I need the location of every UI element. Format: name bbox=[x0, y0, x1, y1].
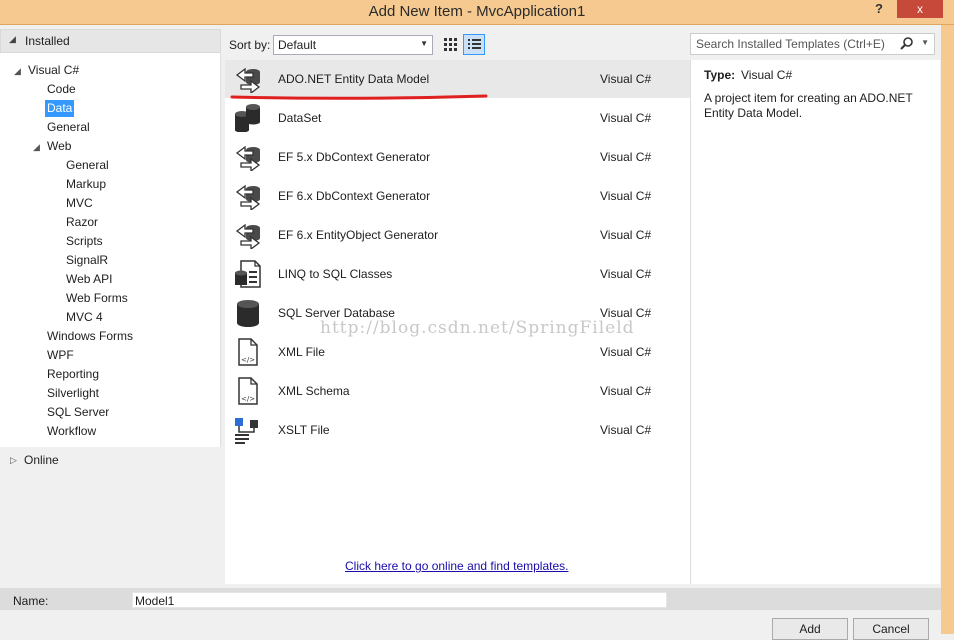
tree-item-markup[interactable]: Markup bbox=[66, 176, 106, 193]
template-name: EF 6.x DbContext Generator bbox=[278, 189, 431, 203]
tree-item-web-general[interactable]: General bbox=[66, 157, 109, 174]
tree-item-webforms[interactable]: Web Forms bbox=[66, 290, 128, 307]
template-tree: ◢ Visual C# Code Data General ◢ Web Gene… bbox=[0, 53, 221, 447]
cancel-button[interactable]: Cancel bbox=[853, 618, 929, 640]
template-language: Visual C# bbox=[600, 111, 652, 125]
search-placeholder: Search Installed Templates (Ctrl+E) bbox=[696, 37, 885, 51]
template-language: Visual C# bbox=[600, 72, 652, 86]
tree-item-data[interactable]: Data bbox=[45, 100, 75, 117]
tree-item-webapi[interactable]: Web API bbox=[66, 271, 112, 288]
tree-item-workflow[interactable]: Workflow bbox=[47, 423, 96, 440]
template-name: EF 5.x DbContext Generator bbox=[278, 150, 431, 164]
window-frame bbox=[941, 25, 954, 634]
tree-item-mvc4[interactable]: MVC 4 bbox=[66, 309, 103, 326]
tree-item-signalr[interactable]: SignalR bbox=[66, 252, 108, 269]
template-name: DataSet bbox=[278, 111, 322, 125]
list-item-dataset[interactable]: DataSet Visual C# bbox=[225, 99, 690, 137]
template-language: Visual C# bbox=[600, 150, 652, 164]
collapse-arrow-icon: ◢ bbox=[9, 34, 16, 44]
list-item-linq-to-sql-classes[interactable]: LINQ to SQL Classes Visual C# bbox=[225, 255, 690, 293]
entity-model-icon bbox=[235, 67, 261, 93]
tree-item-windows-forms[interactable]: Windows Forms bbox=[47, 328, 133, 345]
tree-item-web[interactable]: Web bbox=[47, 138, 71, 155]
expanded-arrow-icon[interactable]: ◢ bbox=[33, 142, 40, 153]
search-input[interactable]: Search Installed Templates (Ctrl+E) ▼ bbox=[690, 33, 935, 55]
ef-generator-icon bbox=[235, 223, 261, 249]
tree-item-mvc[interactable]: MVC bbox=[66, 195, 93, 212]
online-header[interactable]: ▷ Online bbox=[0, 449, 221, 471]
close-button[interactable]: x bbox=[897, 0, 943, 18]
template-name: LINQ to SQL Classes bbox=[278, 267, 393, 281]
details-view-button[interactable] bbox=[463, 34, 485, 55]
installed-header[interactable]: ◢ Installed bbox=[0, 29, 221, 53]
window-title: Add New Item - MvcApplication1 bbox=[368, 3, 586, 20]
online-label: Online bbox=[24, 453, 59, 467]
sort-value: Default bbox=[278, 38, 317, 52]
ef-generator-icon bbox=[235, 184, 261, 210]
help-button[interactable]: ? bbox=[870, 1, 888, 19]
template-language: Visual C# bbox=[600, 267, 652, 281]
list-view-icon bbox=[468, 39, 481, 49]
online-templates-link[interactable]: Click here to go online and find templat… bbox=[345, 559, 568, 573]
expanded-arrow-icon[interactable]: ◢ bbox=[14, 66, 21, 77]
template-name: XSLT File bbox=[278, 423, 330, 437]
tree-item-code[interactable]: Code bbox=[47, 81, 76, 98]
title-bar: Add New Item - MvcApplication1 ? bbox=[0, 0, 954, 25]
tree-item-silverlight[interactable]: Silverlight bbox=[47, 385, 99, 402]
template-language: Visual C# bbox=[600, 228, 652, 242]
tree-item-scripts[interactable]: Scripts bbox=[66, 233, 103, 250]
xml-file-icon: </> bbox=[238, 338, 258, 366]
linq-sql-icon bbox=[235, 260, 261, 288]
watermark: http://blog.csdn.net/SpringFileld bbox=[320, 318, 635, 338]
xml-schema-icon: </> bbox=[238, 377, 258, 405]
list-item-ef6-entityobject-generator[interactable]: EF 6.x EntityObject Generator Visual C# bbox=[225, 216, 690, 254]
add-button[interactable]: Add bbox=[772, 618, 848, 640]
list-item-xml-file[interactable]: </> XML File Visual C# bbox=[225, 333, 690, 371]
template-name: XML File bbox=[278, 345, 325, 359]
list-item-xslt-file[interactable]: XSLT File Visual C# bbox=[225, 411, 690, 449]
template-description: A project item for creating an ADO.NET E… bbox=[704, 91, 913, 120]
xslt-file-icon bbox=[235, 418, 258, 444]
database-icon bbox=[237, 300, 259, 327]
template-language: Visual C# bbox=[600, 423, 652, 437]
template-name: EF 6.x EntityObject Generator bbox=[278, 228, 439, 242]
expand-arrow-icon: ▷ bbox=[10, 455, 17, 465]
sort-label: Sort by: bbox=[229, 38, 271, 52]
type-value: Visual C# bbox=[741, 68, 793, 82]
template-name: XML Schema bbox=[278, 384, 350, 398]
dropdown-arrow-icon: ▼ bbox=[420, 39, 428, 48]
ef-generator-icon bbox=[235, 145, 261, 171]
tree-item-reporting[interactable]: Reporting bbox=[47, 366, 99, 383]
tree-item-sql-server[interactable]: SQL Server bbox=[47, 404, 109, 421]
detail-panel: Type: Visual C# A project item for creat… bbox=[690, 60, 940, 584]
search-icon[interactable] bbox=[900, 36, 914, 50]
template-language: Visual C# bbox=[600, 384, 652, 398]
name-label: Name: bbox=[13, 594, 49, 608]
search-options-arrow-icon[interactable]: ▼ bbox=[921, 38, 929, 47]
grid-view-icon bbox=[444, 38, 457, 51]
tree-item-wpf[interactable]: WPF bbox=[47, 347, 74, 364]
template-language: Visual C# bbox=[600, 345, 652, 359]
list-item-ef6-dbcontext-generator[interactable]: EF 6.x DbContext Generator Visual C# bbox=[225, 177, 690, 215]
type-label: Type: bbox=[704, 68, 736, 82]
tree-item-general[interactable]: General bbox=[47, 119, 90, 136]
list-item-ado-net-entity-data-model[interactable]: ADO.NET Entity Data Model Visual C# bbox=[225, 60, 690, 98]
template-language: Visual C# bbox=[600, 189, 652, 203]
list-item-xml-schema[interactable]: </> XML Schema Visual C# bbox=[225, 372, 690, 410]
red-underline-annotation bbox=[230, 94, 488, 100]
list-item-ef5-dbcontext-generator[interactable]: EF 5.x DbContext Generator Visual C# bbox=[225, 138, 690, 176]
medium-icons-view-button[interactable] bbox=[439, 34, 461, 55]
dataset-icon bbox=[235, 104, 260, 132]
name-input[interactable]: Model1 bbox=[132, 592, 667, 608]
svg-text:</>: </> bbox=[241, 356, 255, 364]
installed-label: Installed bbox=[25, 34, 70, 48]
svg-text:</>: </> bbox=[241, 395, 255, 403]
tree-item-visual-csharp[interactable]: Visual C# bbox=[28, 62, 79, 79]
tree-item-razor[interactable]: Razor bbox=[66, 214, 98, 231]
template-name: ADO.NET Entity Data Model bbox=[278, 72, 430, 86]
sort-select[interactable]: Default ▼ bbox=[273, 35, 433, 55]
